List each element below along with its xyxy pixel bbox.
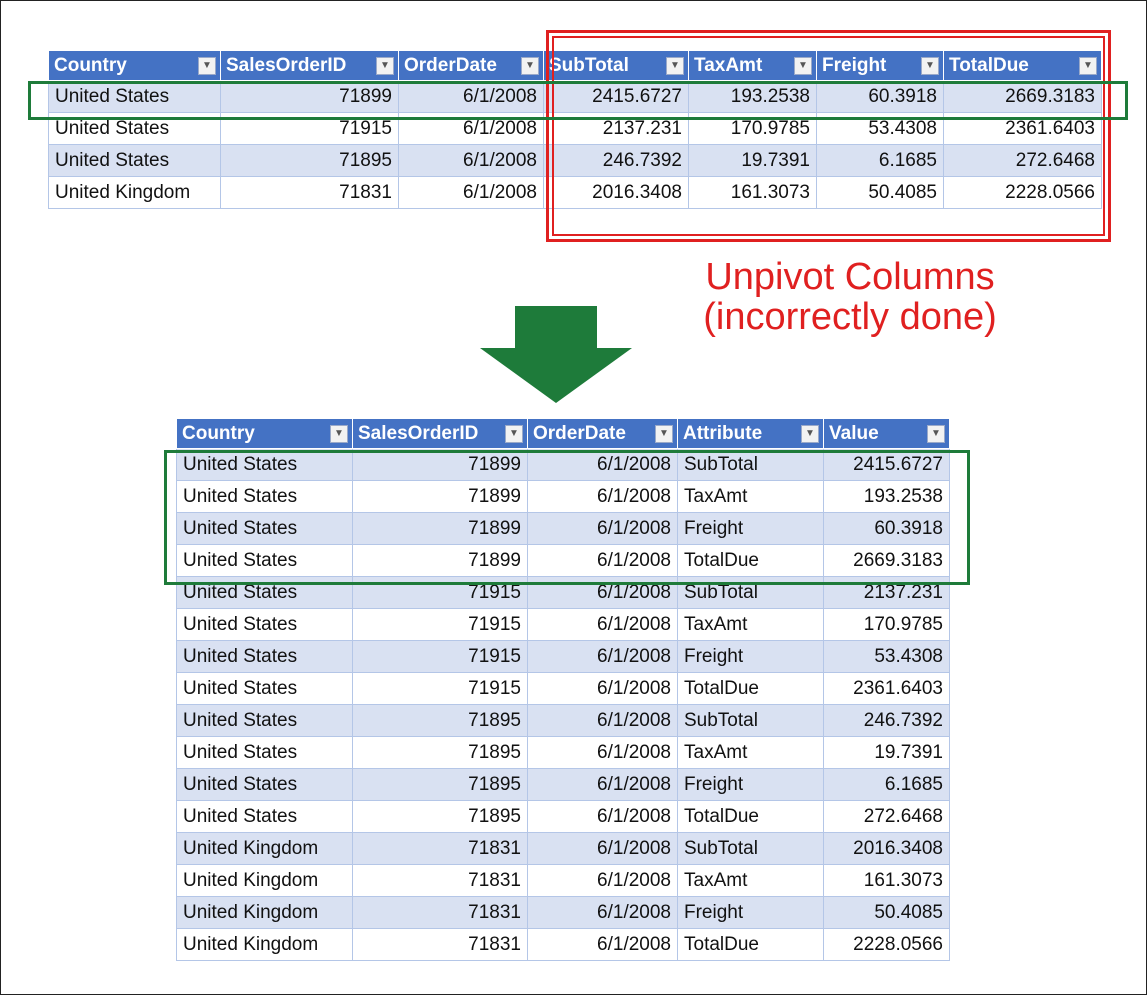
salesorderid-cell: 71895 [220, 144, 399, 177]
unpivoted-header-orderdate[interactable]: OrderDate ▼ [527, 418, 678, 449]
salesorderid-cell: 71915 [352, 608, 528, 641]
value-cell: 19.7391 [823, 736, 950, 769]
value-cell: 161.3073 [823, 864, 950, 897]
country-cell: United Kingdom [176, 928, 353, 961]
salesorderid-cell: 71831 [352, 864, 528, 897]
unpivoted-row: United Kingdom 71831 6/1/2008 TaxAmt 161.307… [176, 864, 950, 897]
filter-dropdown-icon[interactable]: ▼ [330, 425, 348, 443]
orderdate-cell: 6/1/2008 [527, 768, 678, 801]
unpivoted-row: United States 71915 6/1/2008 TotalDue 2361.6… [176, 672, 950, 705]
orderdate-cell: 6/1/2008 [527, 928, 678, 961]
unpivoted-row: United States 71895 6/1/2008 SubTotal 246.73… [176, 704, 950, 737]
salesorderid-cell: 71915 [352, 672, 528, 705]
filter-dropdown-icon[interactable]: ▼ [927, 425, 945, 443]
country-cell: United States [48, 144, 221, 177]
orderdate-cell: 6/1/2008 [398, 144, 544, 177]
country-cell: United States [176, 704, 353, 737]
value-cell: 170.9785 [823, 608, 950, 641]
orderdate-cell: 6/1/2008 [527, 672, 678, 705]
country-cell: United States [176, 608, 353, 641]
unpivoted-row: United Kingdom 71831 6/1/2008 SubTotal 2016.… [176, 832, 950, 865]
orderdate-cell: 6/1/2008 [527, 896, 678, 929]
salesorderid-cell: 71895 [352, 736, 528, 769]
filter-dropdown-icon[interactable]: ▼ [505, 425, 523, 443]
country-cell: United Kingdom [48, 176, 221, 209]
value-cell: 272.6468 [823, 800, 950, 833]
attribute-cell: Freight [677, 896, 824, 929]
caption-line-1: Unpivot Columns [705, 256, 995, 298]
salesorderid-cell: 71895 [352, 768, 528, 801]
attribute-cell: SubTotal [677, 832, 824, 865]
salesorderid-cell: 71895 [352, 800, 528, 833]
attribute-cell: TaxAmt [677, 864, 824, 897]
value-cell: 53.4308 [823, 640, 950, 673]
country-cell: United States [176, 672, 353, 705]
orderdate-cell: 6/1/2008 [527, 608, 678, 641]
attribute-cell: TaxAmt [677, 608, 824, 641]
country-cell: United Kingdom [176, 864, 353, 897]
unpivoted-row: United Kingdom 71831 6/1/2008 TotalDue 2228.… [176, 928, 950, 961]
salesorderid-cell: 71915 [352, 640, 528, 673]
unpivoted-row: United Kingdom 71831 6/1/2008 Freight 50.408… [176, 896, 950, 929]
source-header-salesorderid[interactable]: SalesOrderID ▼ [220, 50, 399, 81]
salesorderid-cell: 71831 [352, 896, 528, 929]
attribute-cell: Freight [677, 640, 824, 673]
orderdate-cell: 6/1/2008 [527, 736, 678, 769]
value-cell: 2228.0566 [823, 928, 950, 961]
salesorderid-cell: 71895 [352, 704, 528, 737]
value-cell: 2361.6403 [823, 672, 950, 705]
filter-dropdown-icon[interactable]: ▼ [655, 425, 673, 443]
orderdate-cell: 6/1/2008 [527, 832, 678, 865]
unpivoted-header-country[interactable]: Country ▼ [176, 418, 353, 449]
orderdate-cell: 6/1/2008 [398, 176, 544, 209]
unpivoted-row: United States 71895 6/1/2008 TaxAmt 19.7391 [176, 736, 950, 769]
attribute-cell: SubTotal [677, 704, 824, 737]
unpivot-caption: Unpivot Columns (incorrectly done) [660, 256, 1040, 338]
unpivoted-row: United States 71915 6/1/2008 Freight 53.4308 [176, 640, 950, 673]
attribute-cell: TotalDue [677, 928, 824, 961]
country-cell: United Kingdom [176, 832, 353, 865]
unpivoted-rows-highlight [164, 450, 970, 585]
country-cell: United States [176, 768, 353, 801]
orderdate-cell: 6/1/2008 [527, 864, 678, 897]
orderdate-cell: 6/1/2008 [527, 640, 678, 673]
filter-dropdown-icon[interactable]: ▼ [521, 57, 539, 75]
caption-line-2: (incorrectly done) [703, 295, 997, 338]
unpivot-columns-highlight-inner [552, 36, 1105, 236]
unpivoted-header-attribute[interactable]: Attribute ▼ [677, 418, 824, 449]
country-cell: United States [176, 736, 353, 769]
unpivoted-row: United States 71895 6/1/2008 TotalDue 272.64… [176, 800, 950, 833]
value-cell: 2016.3408 [823, 832, 950, 865]
unpivoted-row: United States 71895 6/1/2008 Freight 6.1685 [176, 768, 950, 801]
unpivoted-header-value[interactable]: Value ▼ [823, 418, 950, 449]
value-cell: 6.1685 [823, 768, 950, 801]
attribute-cell: Freight [677, 768, 824, 801]
orderdate-cell: 6/1/2008 [527, 800, 678, 833]
salesorderid-cell: 71831 [352, 832, 528, 865]
unpivoted-row: United States 71915 6/1/2008 TaxAmt 170.9785 [176, 608, 950, 641]
value-cell: 50.4085 [823, 896, 950, 929]
salesorderid-cell: 71831 [220, 176, 399, 209]
source-header-orderdate[interactable]: OrderDate ▼ [398, 50, 544, 81]
attribute-cell: TaxAmt [677, 736, 824, 769]
source-header-country[interactable]: Country ▼ [48, 50, 221, 81]
unpivoted-header-row: Country ▼ SalesOrderID ▼ OrderDate ▼ Attrib… [176, 418, 950, 449]
attribute-cell: TotalDue [677, 800, 824, 833]
country-cell: United Kingdom [176, 896, 353, 929]
salesorderid-cell: 71831 [352, 928, 528, 961]
filter-dropdown-icon[interactable]: ▼ [376, 57, 394, 75]
orderdate-cell: 6/1/2008 [527, 704, 678, 737]
attribute-cell: TotalDue [677, 672, 824, 705]
filter-dropdown-icon[interactable]: ▼ [801, 425, 819, 443]
country-cell: United States [176, 640, 353, 673]
down-arrow-icon [480, 306, 632, 403]
filter-dropdown-icon[interactable]: ▼ [198, 57, 216, 75]
source-row-highlight [28, 81, 1128, 120]
country-cell: United States [176, 800, 353, 833]
value-cell: 246.7392 [823, 704, 950, 737]
unpivoted-header-salesorderid[interactable]: SalesOrderID ▼ [352, 418, 528, 449]
